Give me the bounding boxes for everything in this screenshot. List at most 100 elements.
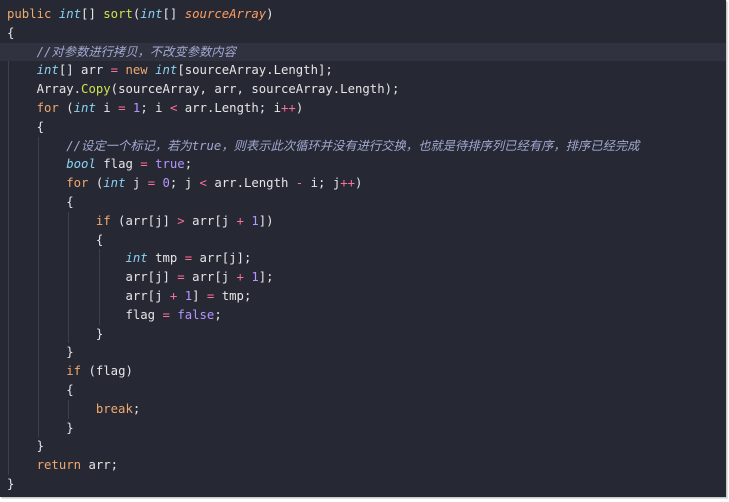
code-token: i; j (303, 176, 341, 191)
code-token: ; (214, 307, 222, 322)
code-token: arr[j]; (192, 251, 252, 266)
code-token: sourceArray (184, 7, 267, 21)
code-token: { (7, 25, 15, 40)
code-token: > (177, 213, 185, 228)
code-token: flag (125, 307, 163, 322)
code-token: int (103, 176, 126, 191)
code-token: tmp; (214, 289, 252, 303)
code-token: = (184, 251, 193, 266)
code-token: [] (162, 7, 185, 21)
code-token: i (95, 101, 119, 115)
code-token: ; i (140, 101, 170, 115)
code-token: int (125, 251, 148, 266)
code-token: ]; (258, 270, 274, 285)
code-editor[interactable]: public int[] sort(int[] sourceArray){ //… (0, 0, 726, 497)
code-line: { (0, 193, 726, 212)
code-token: int (58, 7, 82, 21)
code-token: = (110, 63, 119, 78)
code-line: } (0, 475, 726, 494)
code-line: bool flag = true; (0, 155, 726, 174)
code-token: { (66, 383, 74, 397)
code-token: ( (88, 176, 104, 191)
code-token: arr[j] (125, 270, 178, 285)
code-line: { (0, 231, 726, 250)
code-token: ++ (340, 176, 356, 191)
code-token: ) (355, 176, 363, 191)
code-token: int (36, 63, 59, 78)
code-token: { (36, 119, 45, 134)
code-token: 0 (162, 176, 170, 191)
code-line: int[] arr = new int[sourceArray.Length]; (0, 61, 726, 80)
code-token: for (66, 176, 89, 191)
code-line: //对参数进行拷贝，不改变参数内容 (0, 42, 726, 62)
code-token: ) (266, 7, 274, 21)
code-token: 1 (251, 270, 259, 285)
code-token: ]) (258, 213, 274, 228)
code-token: arr[j (184, 213, 237, 228)
code-token: { (66, 195, 74, 209)
code-token: Array. (36, 82, 82, 97)
code-line: if (arr[j] > arr[j + 1]) (0, 212, 726, 231)
code-token: = (140, 157, 148, 172)
code-token: bool (66, 157, 96, 172)
code-token: sort (103, 7, 133, 21)
code-token: < (199, 176, 207, 191)
code-line: public int[] sort(int[] sourceArray) (0, 5, 726, 24)
code-token: ++ (281, 101, 296, 115)
code-token: + (236, 270, 244, 285)
code-token: (flag) (81, 364, 133, 379)
code-token: int (73, 101, 96, 115)
code-token: if (95, 213, 111, 228)
code-token: ; j (169, 176, 200, 191)
code-token: break (95, 401, 133, 416)
code-token: true (155, 157, 185, 172)
code-token: arr; (81, 458, 119, 473)
code-line: flag = false; (0, 306, 726, 325)
code-line: //设定一个标记，若为true，则表示此次循环并没有进行交换，也就是待排序列已经… (0, 137, 726, 156)
code-line: arr[j] = arr[j + 1]; (0, 268, 726, 287)
code-token: = (147, 176, 156, 191)
code-line: } (0, 419, 726, 438)
code-line: arr[j + 1] = tmp; (0, 287, 726, 306)
code-token: ] (192, 289, 207, 303)
code-token: = (162, 307, 170, 322)
code-token: Copy (81, 82, 111, 97)
code-line: return arr; (0, 456, 726, 475)
code-line: { (0, 24, 726, 43)
code-token: arr[j (125, 289, 170, 303)
code-line: int tmp = arr[j]; (0, 249, 726, 268)
code-token: flag (95, 157, 141, 172)
code-token: tmp (147, 251, 185, 266)
code-line: { (0, 381, 726, 400)
code-token: = (118, 101, 126, 115)
code-token: + (236, 213, 244, 228)
code-token: } (36, 439, 45, 454)
code-token: arr[j (184, 270, 237, 285)
code-token: return (36, 458, 82, 473)
code-token: (sourceArray, arr, sourceArray.Length); (110, 82, 400, 97)
code-token: for (36, 101, 59, 115)
